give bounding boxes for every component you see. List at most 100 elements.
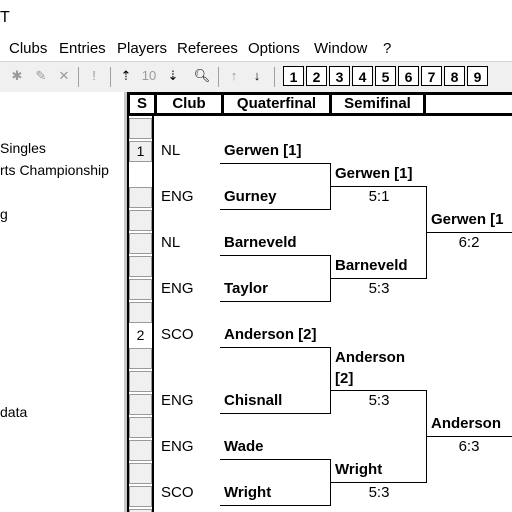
seed-cell[interactable] [129, 279, 152, 300]
bracket-grid: S Club Quaterfinal Semifinal 1 2 NL ENG … [127, 92, 512, 512]
sort-descending-icon[interactable]: ⇣ [163, 66, 183, 86]
bracket-line [426, 232, 512, 233]
seed-cell[interactable] [129, 256, 152, 277]
menu-help[interactable]: ? [383, 40, 391, 57]
delete-icon[interactable]: ✕ [54, 66, 74, 86]
toolbar-separator [78, 67, 79, 87]
seed-cell[interactable] [129, 302, 152, 323]
seed-cell[interactable] [129, 417, 152, 438]
bracket-line [220, 413, 330, 414]
seed-cell[interactable] [129, 187, 152, 208]
menu-window[interactable]: Window [314, 40, 367, 57]
seed-cell[interactable] [129, 210, 152, 231]
semifinal-player[interactable]: Barneveld [335, 257, 408, 274]
window-title: T [0, 9, 10, 26]
number-button-8[interactable]: 8 [444, 66, 465, 86]
toolbar-separator [110, 67, 111, 87]
header-club[interactable]: Club [157, 95, 221, 113]
final-player[interactable]: Anderson [431, 415, 501, 432]
arrow-up-icon[interactable]: ↑ [224, 66, 244, 86]
bracket-line [426, 436, 512, 437]
menu-bar: Clubs Entries Players Referees Options W… [0, 37, 512, 61]
seed-cell[interactable] [129, 486, 152, 507]
club-code: ENG [161, 392, 194, 409]
player-entry[interactable]: Gerwen [1] [224, 142, 302, 159]
player-entry[interactable]: Barneveld [224, 234, 297, 251]
seed-cell[interactable] [129, 371, 152, 392]
club-code: ENG [161, 438, 194, 455]
edit-icon[interactable]: ✎ [31, 66, 51, 86]
seed-cell[interactable] [129, 118, 152, 139]
number-button-3[interactable]: 3 [329, 66, 350, 86]
tree-item-championship[interactable]: rts Championship [0, 162, 109, 178]
header-seed[interactable]: S [130, 95, 154, 113]
menu-clubs[interactable]: Clubs [9, 40, 47, 57]
settings-icon[interactable]: ✱ [7, 66, 27, 86]
number-button-7[interactable]: 7 [421, 66, 442, 86]
player-entry[interactable]: Taylor [224, 280, 268, 297]
seed-cell[interactable] [129, 440, 152, 461]
tree-item-g[interactable]: g [0, 206, 8, 222]
seed-cell[interactable] [129, 394, 152, 415]
menu-entries[interactable]: Entries [59, 40, 106, 57]
arrow-down-icon[interactable]: ↓ [247, 66, 267, 86]
alert-icon[interactable]: ! [84, 66, 104, 86]
toolbar: ✱ ✎ ✕ ! ⇡ 10 ⇣ 🔍︎ ↑ ↓ 1 2 3 4 5 6 7 8 9 [0, 61, 512, 92]
match-score: 5:3 [368, 280, 390, 297]
seed-cell[interactable] [129, 463, 152, 484]
club-code: ENG [161, 280, 194, 297]
match-score: 5:3 [368, 392, 390, 409]
player-entry[interactable]: Wright [224, 484, 271, 501]
ten-button[interactable]: 10 [139, 66, 159, 86]
bracket-line [220, 301, 330, 302]
player-entry[interactable]: Wade [224, 438, 263, 455]
toolbar-separator [218, 67, 219, 87]
player-entry[interactable]: Chisnall [224, 392, 282, 409]
number-button-5[interactable]: 5 [375, 66, 396, 86]
menu-players[interactable]: Players [117, 40, 167, 57]
menu-options[interactable]: Options [248, 40, 300, 57]
club-code: NL [161, 234, 181, 251]
tree-item-data[interactable]: data [0, 404, 27, 420]
bracket-line [330, 186, 426, 187]
match-score: 6:2 [458, 234, 480, 251]
sort-ascending-icon[interactable]: ⇡ [116, 66, 136, 86]
search-icon[interactable]: 🔍︎ [192, 66, 212, 86]
player-entry[interactable]: Anderson [2] [224, 326, 317, 343]
bracket-line [220, 255, 330, 256]
number-button-1[interactable]: 1 [283, 66, 304, 86]
semifinal-player[interactable]: Gerwen [1] [335, 165, 413, 182]
bracket-line [220, 347, 330, 348]
seed-cell[interactable] [129, 233, 152, 254]
final-player[interactable]: Gerwen [1 [431, 211, 504, 228]
match-score: 6:3 [458, 438, 480, 455]
number-button-4[interactable]: 4 [352, 66, 373, 86]
semifinal-player-line1[interactable]: Anderson [335, 349, 405, 366]
match-score: 5:1 [368, 188, 390, 205]
bracket-line [220, 459, 330, 460]
club-code: SCO [161, 484, 194, 501]
tree-item-singles[interactable]: Singles [0, 140, 46, 156]
grid-header: S Club Quaterfinal Semifinal [127, 92, 512, 116]
club-code: NL [161, 142, 181, 159]
bracket-line [220, 163, 330, 164]
seed-cell[interactable] [129, 348, 152, 369]
seed-number: 2 [136, 327, 145, 343]
semifinal-player-line2[interactable]: [2] [335, 370, 353, 387]
bracket-line [330, 278, 426, 279]
tree-pane: Singles rts Championship g data [0, 92, 124, 512]
club-code: ENG [161, 188, 194, 205]
semifinal-player[interactable]: Wright [335, 461, 382, 478]
number-button-2[interactable]: 2 [306, 66, 327, 86]
bracket-line [220, 209, 330, 210]
header-final[interactable] [426, 95, 512, 113]
menu-referees[interactable]: Referees [177, 40, 238, 57]
player-entry[interactable]: Gurney [224, 188, 277, 205]
seed-number: 1 [136, 143, 145, 159]
bracket-line [330, 482, 426, 483]
header-quarterfinal[interactable]: Quaterfinal [224, 95, 329, 113]
header-semifinal[interactable]: Semifinal [332, 95, 423, 113]
number-button-6[interactable]: 6 [398, 66, 419, 86]
club-code: SCO [161, 326, 194, 343]
number-button-9[interactable]: 9 [467, 66, 488, 86]
